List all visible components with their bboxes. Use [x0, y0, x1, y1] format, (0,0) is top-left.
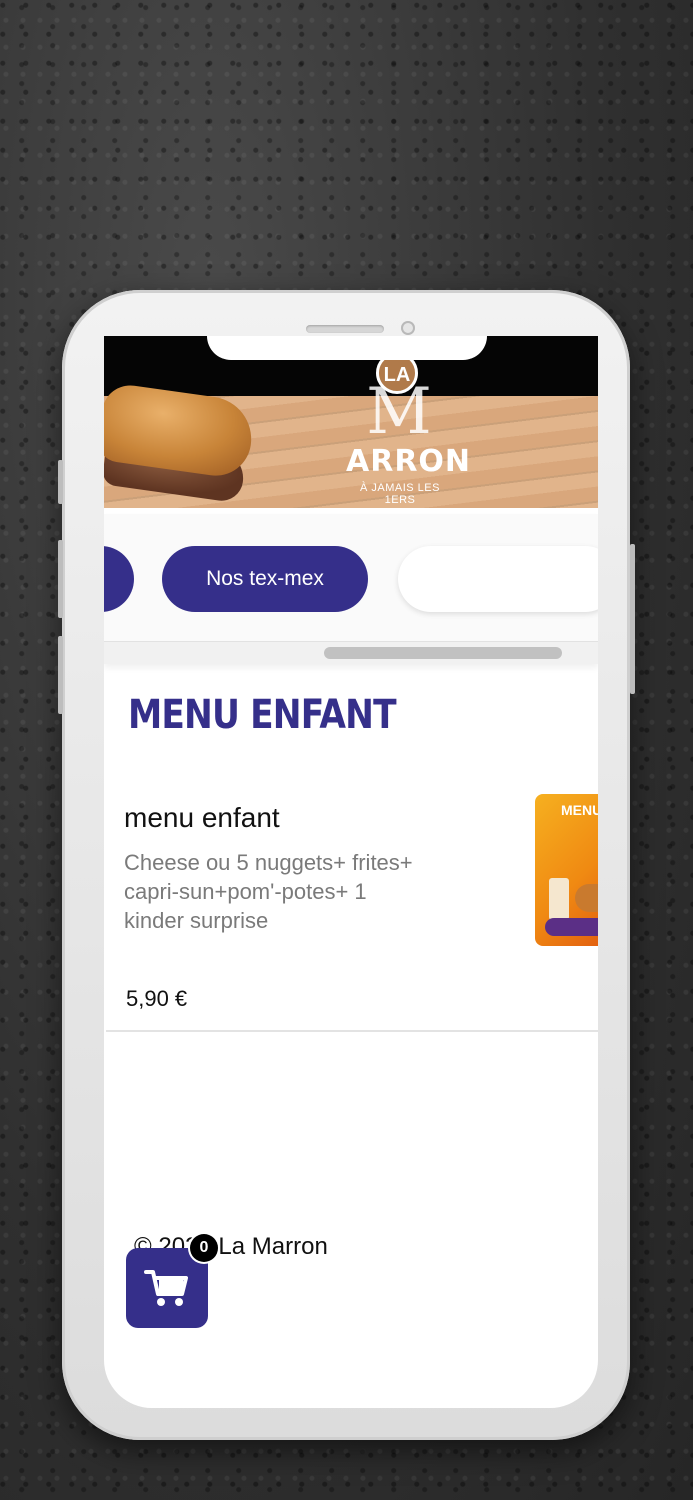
cart-count-badge: 0 — [190, 1234, 218, 1262]
product-price: 5,90 € — [126, 986, 188, 1011]
phone-volume-up — [58, 540, 63, 618]
logo-tagline: À JAMAIS LES 1ERS — [360, 482, 440, 506]
phone-power-button — [630, 544, 635, 694]
header-banner: M LA ARRON À JAMAIS LES 1ERS — [104, 336, 598, 508]
phone-mute-switch — [58, 460, 63, 504]
phone-speaker — [306, 325, 384, 333]
product-image[interactable]: MENU — [535, 794, 598, 946]
restaurant-logo[interactable]: M LA ARRON À JAMAIS LES 1ERS — [344, 352, 472, 508]
category-pill-tex-mex[interactable]: Nos tex-mex — [162, 546, 368, 612]
phone-notch — [207, 336, 487, 360]
product-image-label: MENU — [561, 802, 598, 818]
app-screen: M LA ARRON À JAMAIS LES 1ERS Nos tex-mex… — [104, 336, 598, 1408]
category-scrollbar-thumb[interactable] — [324, 647, 562, 659]
product-name: menu enfant — [124, 802, 280, 833]
phone-camera — [401, 321, 415, 335]
product-divider — [106, 1030, 598, 1032]
cart-button[interactable] — [126, 1248, 208, 1328]
plate-graphic — [545, 918, 598, 936]
drink-cup-graphic — [549, 878, 569, 920]
category-pill-next[interactable] — [398, 546, 598, 612]
product-description: Cheese ou 5 nuggets+ frites+ capri-sun+p… — [124, 850, 413, 933]
section-title: MENU ENFANT — [128, 692, 397, 738]
logo-name: ARRON — [346, 444, 472, 479]
cart-icon — [144, 1270, 188, 1306]
burger-graphic — [575, 884, 598, 912]
phone-volume-down — [58, 636, 63, 714]
